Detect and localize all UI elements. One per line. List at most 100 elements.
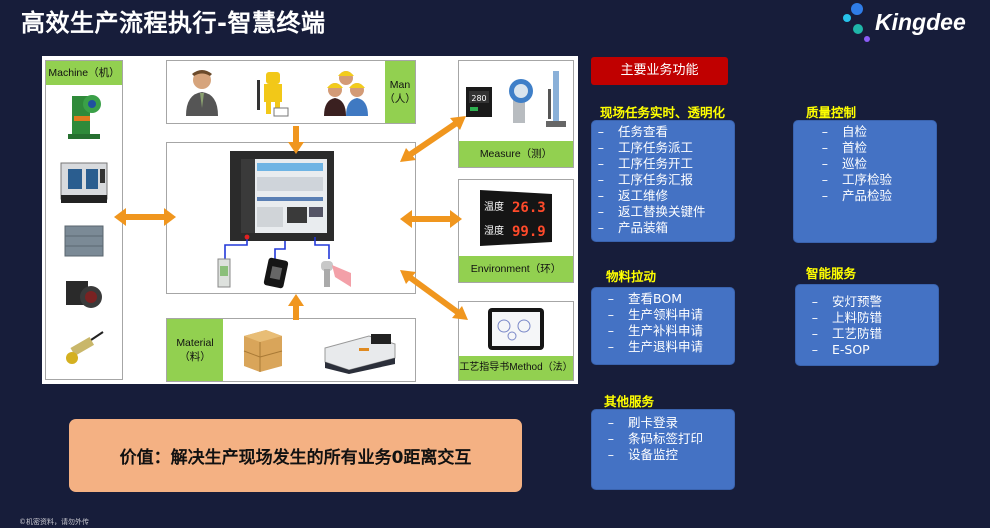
feature-item-label: 刷卡登录 xyxy=(628,415,679,430)
environment-box: 温度 26.3 湿度 99.9 Environment（环） xyxy=(458,179,574,283)
humidity-label: 湿度 xyxy=(484,224,504,237)
feature-item-label: 巡检 xyxy=(842,156,868,171)
feature-item-label: 工艺防错 xyxy=(832,326,883,341)
man-label-cn: （人） xyxy=(384,93,416,105)
material-box: Material （料） xyxy=(166,318,416,382)
feature-item-label: 安灯预警 xyxy=(832,294,883,309)
dash-bullet: – xyxy=(607,415,614,430)
work-instruction-tablet-icon xyxy=(488,308,544,350)
main-functions-button[interactable]: 主要业务功能 xyxy=(591,57,728,85)
page-title: 高效生产流程执行-智慧终端 xyxy=(21,9,326,37)
feature-item-label: 查看BOM xyxy=(628,291,682,306)
feature-item-label: 产品检验 xyxy=(842,188,893,203)
dash-bullet: – xyxy=(607,339,614,354)
feature-item: – 工序检验 xyxy=(794,172,936,188)
logo-dot-icon xyxy=(864,36,870,42)
arrow-down-from-man-icon xyxy=(288,126,304,154)
dash-bullet: – xyxy=(607,447,614,462)
svg-text:280: 280 xyxy=(471,94,486,103)
feature-item: – 产品检验 xyxy=(794,188,936,204)
section-box-material: – 查看BOM – 生产领料申请 – 生产补料申请 – 生产退料申请 xyxy=(591,287,735,365)
environment-label: Environment（环） xyxy=(459,256,573,282)
feature-item-label: 工序检验 xyxy=(842,172,893,187)
feature-item: – 返工维修 xyxy=(592,188,734,204)
section-list: – 刷卡登录 – 条码标签打印 – 设备监控 xyxy=(592,413,734,463)
feature-item: – 工序任务汇报 xyxy=(592,172,734,188)
method-label: 工艺指导书Method（法） xyxy=(459,356,573,380)
measure-box: 280 Measure（测） xyxy=(458,60,574,168)
temp-value: 26.3 xyxy=(512,200,546,216)
dash-bullet: – xyxy=(821,140,828,155)
smart-terminal-box xyxy=(166,142,416,294)
section-list: – 自检 – 首检 – 巡检 – 工序检验 – 产品检验 xyxy=(794,124,936,204)
industrial-camera-icon xyxy=(66,280,102,308)
dash-bullet: – xyxy=(607,431,614,446)
dash-bullet: – xyxy=(597,140,604,155)
dash-bullet: – xyxy=(821,188,828,203)
feature-item: – 设备监控 xyxy=(592,447,734,463)
section-title-other: 其他服务 xyxy=(604,394,655,409)
cnc-machine-icon xyxy=(60,162,108,204)
feature-item: – 生产领料申请 xyxy=(592,307,734,323)
section-box-other: – 刷卡登录 – 条码标签打印 – 设备监控 xyxy=(591,409,735,490)
feature-item-label: 自检 xyxy=(842,124,868,139)
humidity-value: 99.9 xyxy=(512,224,546,240)
feature-item: – 任务查看 xyxy=(592,124,734,140)
temp-label: 温度 xyxy=(484,200,504,213)
section-box-smart: – 安灯预警 – 上料防错 – 工艺防错 – E-SOP xyxy=(795,284,939,366)
dash-bullet: – xyxy=(821,124,828,139)
dash-bullet: – xyxy=(607,291,614,306)
rfid-reader-icon xyxy=(263,257,289,289)
feature-item-label: 生产退料申请 xyxy=(628,339,704,354)
feature-item: – 查看BOM xyxy=(592,291,734,307)
confidential-footer: ©机密资料，请勿外传 xyxy=(19,518,89,526)
dash-bullet: – xyxy=(607,323,614,338)
feature-item: – 自检 xyxy=(794,124,936,140)
feature-item: – 工序任务派工 xyxy=(592,140,734,156)
proximity-sensor-icon xyxy=(66,330,104,364)
team-workers-icon xyxy=(324,71,368,116)
agv-robot-icon xyxy=(324,334,395,374)
environment-display-icon: 温度 26.3 湿度 99.9 xyxy=(480,190,552,246)
section-list: – 查看BOM – 生产领料申请 – 生产补料申请 – 生产退料申请 xyxy=(592,291,734,355)
feature-item-label: 任务查看 xyxy=(618,124,669,139)
arrow-bidirectional-environment-icon xyxy=(400,210,462,228)
section-title-quality: 质量控制 xyxy=(806,105,857,120)
feature-item: – 巡检 xyxy=(794,156,936,172)
feature-item-label: E-SOP xyxy=(832,342,870,357)
feature-item: – 刷卡登录 xyxy=(592,415,734,431)
material-label: Material （料） xyxy=(167,319,223,381)
feature-item-label: 首检 xyxy=(842,140,868,155)
logo-dot-icon xyxy=(853,24,863,34)
feature-item-label: 返工维修 xyxy=(618,188,669,203)
touch-terminal-icon xyxy=(224,151,334,261)
material-label-en: Material xyxy=(176,337,214,349)
plc-module-icon xyxy=(64,225,104,257)
method-box: 工艺指导书Method（法） xyxy=(458,301,574,381)
value-text: 价值：解决生产现场发生的所有业务0距离交互 xyxy=(119,448,472,468)
arrow-bidirectional-measure-icon xyxy=(400,116,466,162)
manager-icon xyxy=(186,70,218,116)
feature-item: – 产品装箱 xyxy=(592,220,734,236)
section-box-tasks: – 任务查看 – 工序任务派工 – 工序任务开工 – 工序任务汇报 – 返工维修 – 返工替换关键件 –… xyxy=(591,120,735,242)
dash-bullet: – xyxy=(597,220,604,235)
brand-name: Kingdee xyxy=(875,9,966,35)
cargo-pallet-icon xyxy=(243,330,282,372)
dash-bullet: – xyxy=(821,172,828,187)
arrow-bidirectional-method-icon xyxy=(400,270,468,320)
barcode-scanner-icon xyxy=(321,261,351,287)
5m1e-diagram: Machine（机） Man （人） Material （料） 280 Meas… xyxy=(42,56,578,384)
logo-dot-icon xyxy=(851,3,863,15)
pressure-transmitter-icon xyxy=(509,79,533,123)
section-box-quality: – 自检 – 首检 – 巡检 – 工序检验 – 产品检验 xyxy=(793,120,937,243)
section-title-smart: 智能服务 xyxy=(806,266,857,281)
feature-item: – 生产退料申请 xyxy=(592,339,734,355)
feature-item: – 生产补料申请 xyxy=(592,323,734,339)
io-module-icon xyxy=(217,258,231,288)
section-title-tasks: 现场任务实时、透明化 xyxy=(600,105,726,120)
feature-item: – E-SOP xyxy=(796,342,938,358)
feature-item-label: 产品装箱 xyxy=(618,220,669,235)
value-statement: 价值：解决生产现场发生的所有业务0距离交互 xyxy=(69,419,522,492)
feature-item: – 返工替换关键件 xyxy=(592,204,734,220)
dash-bullet: – xyxy=(597,124,604,139)
